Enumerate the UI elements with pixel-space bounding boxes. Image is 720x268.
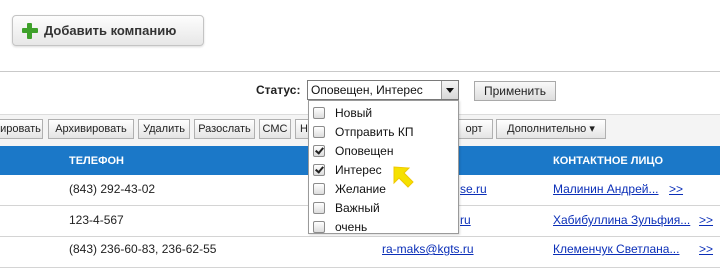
column-header-contact[interactable]: КОНТАКТНОЕ ЛИЦО bbox=[553, 155, 663, 167]
table-row: (843) 236-60-83, 236-62-55 ra-maks@kgts.… bbox=[0, 237, 720, 268]
cell-contact[interactable]: Хабибуллина Зульфия... bbox=[553, 213, 690, 227]
toolbar-button-archive[interactable]: Архивировать bbox=[48, 119, 134, 139]
toolbar-button-edit[interactable]: ировать bbox=[0, 119, 43, 139]
status-option-notified[interactable]: Оповещен bbox=[313, 141, 393, 160]
status-option-new[interactable]: Новый bbox=[313, 103, 372, 122]
checkbox[interactable] bbox=[313, 125, 325, 138]
cell-phone: 123-4-567 bbox=[69, 213, 124, 227]
status-option-very[interactable]: очень bbox=[313, 217, 367, 236]
more-link[interactable]: >> bbox=[699, 242, 713, 256]
cell-contact[interactable]: Малинин Андрей... bbox=[553, 182, 659, 196]
cell-contact[interactable]: Клеменчук Светлана... bbox=[553, 242, 679, 256]
status-label: Статус: bbox=[256, 83, 301, 97]
chevron-down-icon[interactable] bbox=[441, 81, 458, 99]
apply-button[interactable]: Применить bbox=[474, 81, 556, 101]
toolbar-button-send[interactable]: Разослать bbox=[194, 119, 255, 139]
add-company-button[interactable]: Добавить компанию bbox=[12, 15, 204, 46]
status-select[interactable]: Оповещен, Интерес bbox=[307, 80, 459, 100]
more-actions-button[interactable]: Дополнительно ▾ bbox=[496, 119, 606, 139]
cell-phone: (843) 292-43-02 bbox=[69, 182, 156, 196]
more-link[interactable]: >> bbox=[669, 182, 683, 196]
add-company-label: Добавить компанию bbox=[44, 23, 177, 38]
checkbox-checked[interactable] bbox=[313, 144, 325, 157]
cell-phone: (843) 236-60-83, 236-62-55 bbox=[69, 242, 217, 256]
column-header-phone[interactable]: ТЕЛЕФОН bbox=[69, 155, 124, 167]
toolbar-button-sms[interactable]: СМС bbox=[259, 119, 291, 139]
status-option-important[interactable]: Важный bbox=[313, 198, 380, 217]
pointer-cursor-icon bbox=[393, 166, 414, 188]
toolbar-button-export[interactable]: орт bbox=[455, 119, 493, 139]
cell-email[interactable]: ru bbox=[460, 213, 471, 227]
checkbox-checked[interactable] bbox=[313, 163, 325, 176]
cell-email[interactable]: se.ru bbox=[460, 182, 487, 196]
checkbox[interactable] bbox=[313, 201, 325, 214]
checkbox[interactable] bbox=[313, 182, 325, 195]
cell-email[interactable]: ra-maks@kgts.ru bbox=[382, 242, 474, 256]
toolbar-button-delete[interactable]: Удалить bbox=[138, 119, 190, 139]
status-option-interest[interactable]: Интерес bbox=[313, 160, 382, 179]
divider bbox=[0, 71, 720, 72]
checkbox[interactable] bbox=[313, 220, 325, 233]
status-option-desire[interactable]: Желание bbox=[313, 179, 386, 198]
checkbox[interactable] bbox=[313, 106, 325, 119]
status-option-send-offer[interactable]: Отправить КП bbox=[313, 122, 413, 141]
status-selected-value: Оповещен, Интерес bbox=[311, 83, 423, 97]
plus-icon bbox=[22, 22, 38, 39]
status-dropdown: Новый Отправить КП Оповещен Интерес Жела… bbox=[308, 100, 459, 234]
more-link[interactable]: >> bbox=[699, 213, 713, 227]
